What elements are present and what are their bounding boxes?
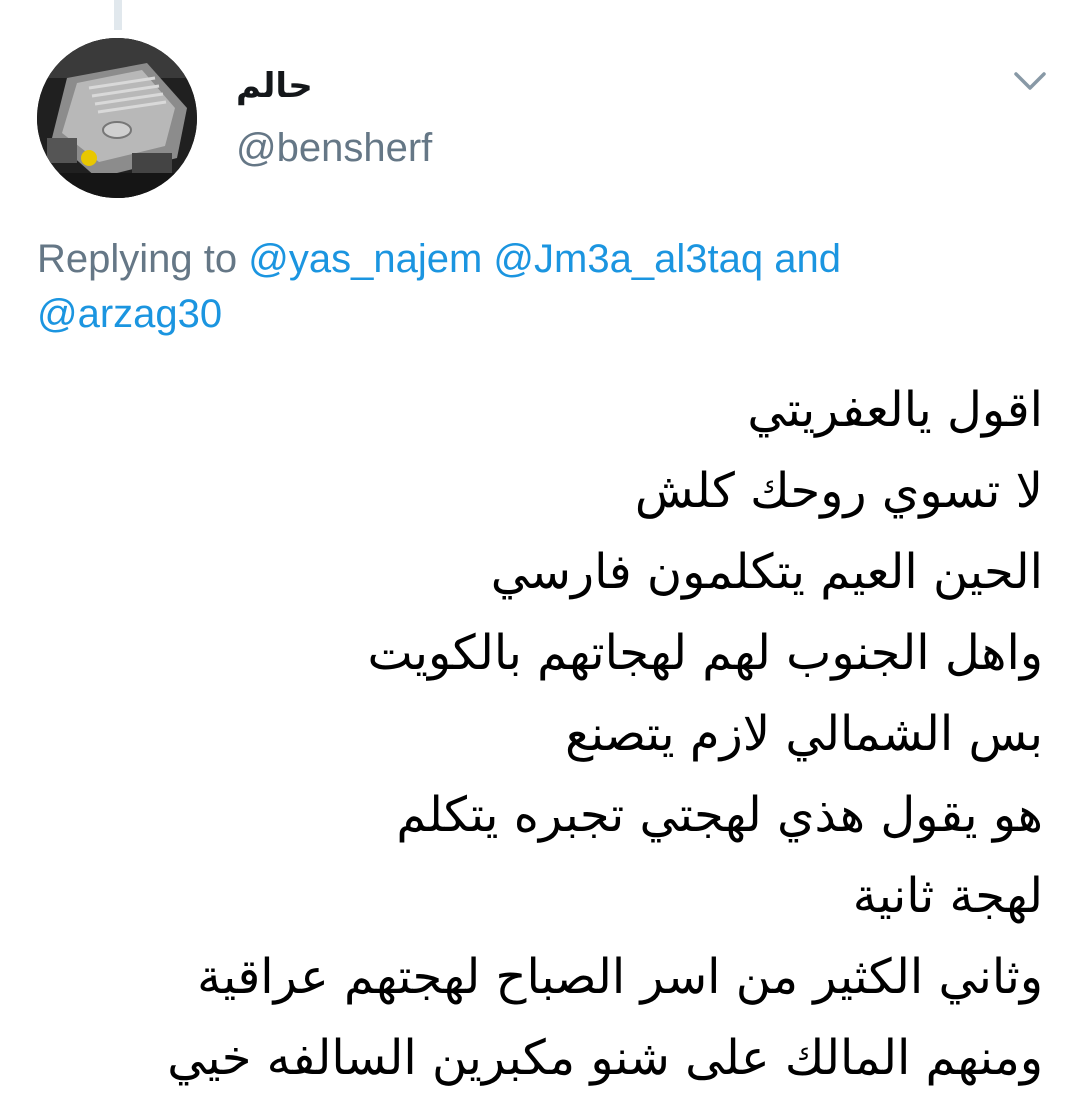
avatar[interactable] [37, 38, 197, 198]
tweet-text-line: واهل الجنوب لهم لهجاتهم بالكويت [367, 625, 1043, 681]
tweet-text-line: اقول يالعفريتي [747, 382, 1043, 438]
tweet-text-line: لا تسوي روحك كلش [634, 463, 1043, 519]
tweet-text-line: لهجة ثانية [852, 868, 1043, 924]
mention-link[interactable]: @Jm3a_al3taq [493, 237, 763, 281]
mention-link[interactable]: @yas_najem [248, 237, 482, 281]
chevron-down-icon[interactable] [1007, 62, 1053, 98]
replying-to-label: Replying to [37, 237, 238, 281]
tweet-text: اقول يالعفريتي لا تسوي روحك كلش الحين ال… [23, 370, 1043, 1099]
author-handle[interactable]: @bensherf [236, 124, 432, 172]
mention-link[interactable]: @arzag30 [37, 292, 222, 336]
tweet-text-line: وثاني الكثير من اسر الصباح لهجتهم عراقية [197, 949, 1043, 1005]
mention-conjunction[interactable]: and [774, 237, 841, 281]
replying-to-line: Replying to @yas_najem @Jm3a_al3taq and … [37, 232, 997, 342]
tweet-text-line: بس الشمالي لازم يتصنع [565, 706, 1043, 762]
thread-connector-line [114, 0, 122, 30]
tweet-text-line: الحين العيم يتكلمون فارسي [490, 544, 1043, 600]
tweet-text-line: ومنهم المالك على شنو مكبرين السالفه خيي [167, 1030, 1043, 1086]
car-engine-avatar-icon [37, 38, 197, 198]
tweet-text-line: هو يقول هذي لهجتي تجبره يتكلم [396, 787, 1043, 843]
author-display-name[interactable]: حالم [236, 64, 313, 108]
